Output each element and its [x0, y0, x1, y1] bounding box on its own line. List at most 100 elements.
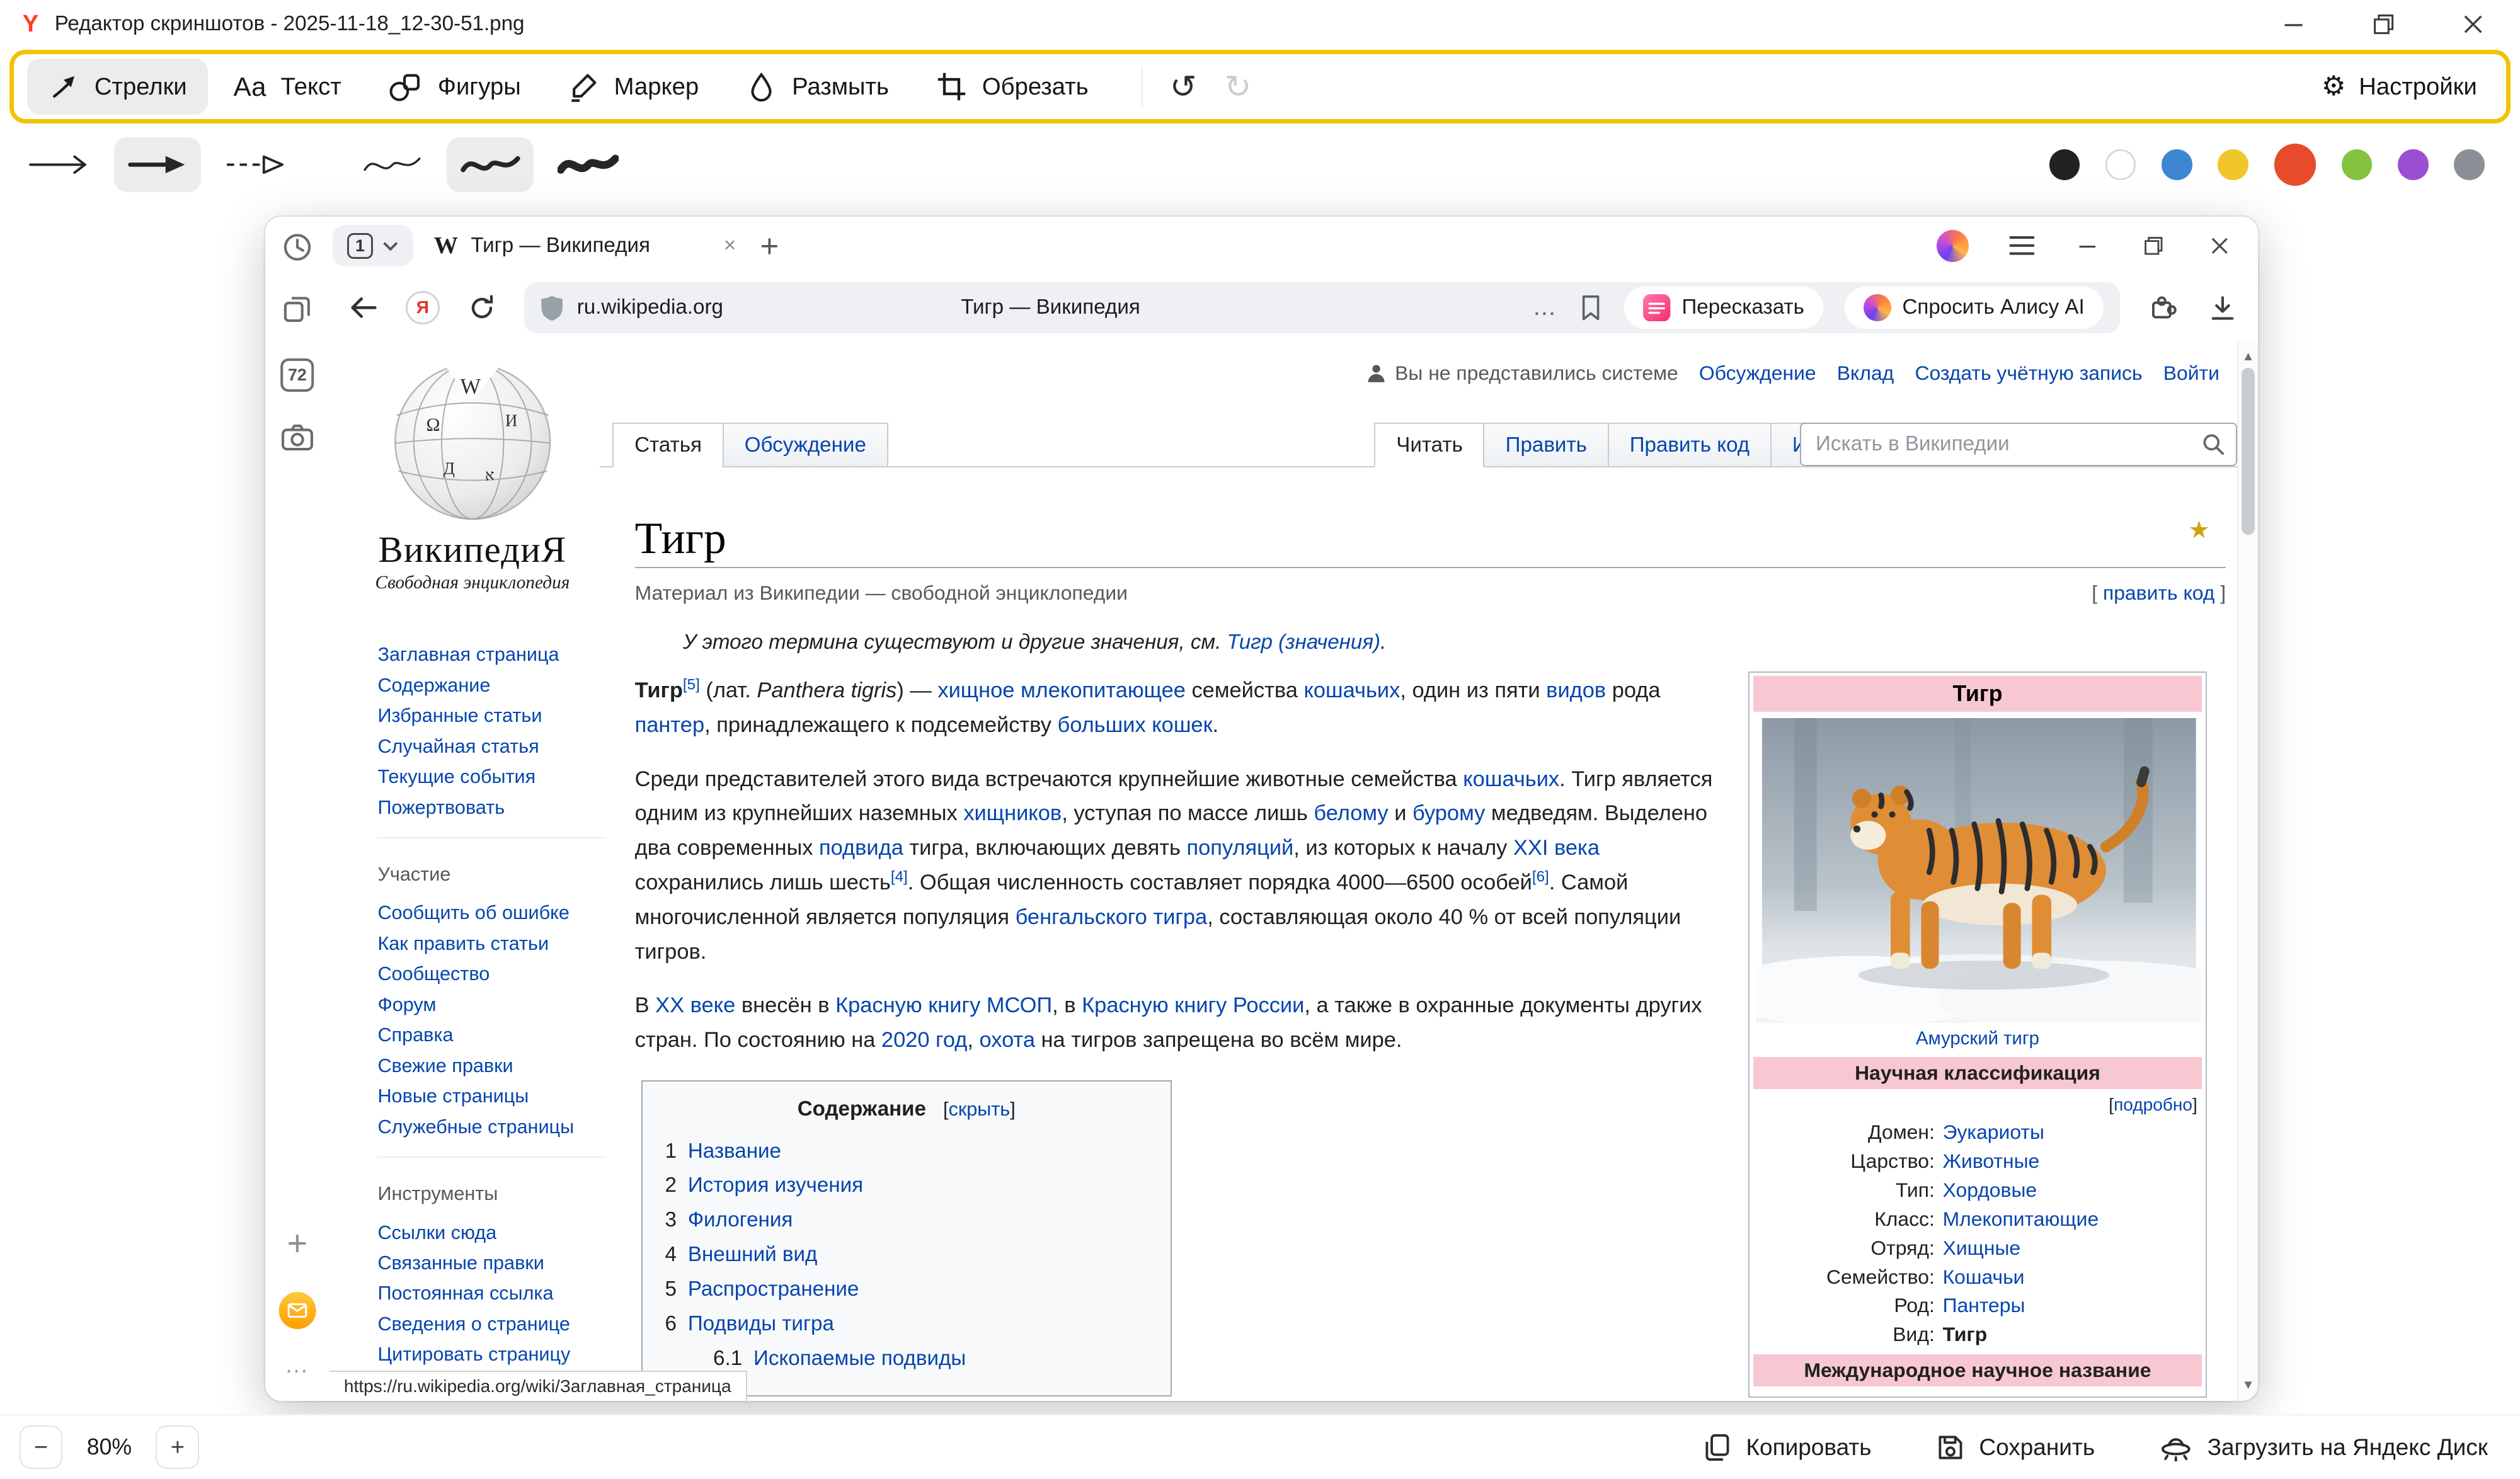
tool-text[interactable]: Аа Текст	[212, 59, 362, 115]
tab-close-button[interactable]: ×	[724, 234, 736, 258]
toc-link[interactable]: Внешний вид	[688, 1243, 818, 1266]
tab-edit[interactable]: Править	[1483, 423, 1609, 467]
taxo-link[interactable]: Эукариоты	[1943, 1118, 2202, 1147]
page-scrollbar[interactable]: ▲ ▼	[2237, 341, 2258, 1402]
tool-blur[interactable]: Размыть	[724, 59, 910, 115]
wikipedia-logo[interactable]: W Ω И Д א ВикипедиЯ Свободная энциклопед…	[345, 353, 599, 593]
personal-link-discussion[interactable]: Обсуждение	[1699, 362, 1816, 385]
refresh-button[interactable]	[456, 282, 508, 334]
line-style-medium[interactable]	[447, 137, 534, 192]
tab-read[interactable]: Читать	[1374, 423, 1485, 467]
settings-button[interactable]: ⚙ Настройки	[2322, 73, 2493, 101]
arrow-style-filled[interactable]	[114, 137, 201, 192]
upload-disk-button[interactable]: Загрузить на Яндекс Диск	[2159, 1433, 2488, 1462]
scroll-down-arrow[interactable]: ▼	[2238, 1379, 2258, 1391]
minimize-button[interactable]	[2282, 13, 2305, 35]
browser-tab-active[interactable]: W Тигр — Википедия ×	[434, 232, 736, 260]
undo-button[interactable]: ↺	[1156, 59, 1211, 114]
toc-link[interactable]: История изучения	[688, 1173, 863, 1197]
screenshot-button[interactable]	[280, 423, 314, 452]
color-green[interactable]	[2342, 149, 2372, 180]
sidebar-add-button[interactable]: +	[287, 1226, 308, 1261]
tab-counter-button[interactable]: 1	[333, 225, 413, 266]
zoom-out-button[interactable]: −	[20, 1425, 63, 1469]
zoom-in-button[interactable]: +	[156, 1425, 199, 1469]
counter-badge[interactable]: 72	[280, 358, 314, 392]
toc-link[interactable]: Распространение	[688, 1277, 859, 1301]
line-style-thin[interactable]	[349, 137, 436, 192]
color-black[interactable]	[2049, 149, 2080, 180]
ask-alice-button[interactable]: Спросить Алису AI	[1845, 287, 2104, 328]
nav-new-pages[interactable]: Новые страницы	[377, 1081, 605, 1111]
taxo-link[interactable]: Млекопитающие	[1943, 1205, 2202, 1234]
arrow-style-dashed[interactable]	[212, 137, 299, 192]
edit-source-link[interactable]: [ править код ]	[2092, 581, 2226, 605]
toc-link[interactable]: Подвиды тигра	[688, 1312, 834, 1335]
color-purple[interactable]	[2398, 149, 2428, 180]
restore-button[interactable]	[2372, 13, 2395, 35]
nav-recent-changes[interactable]: Свежие правки	[377, 1051, 605, 1081]
color-red-selected[interactable]	[2274, 144, 2316, 185]
tool-arrows[interactable]: Стрелки	[27, 59, 208, 115]
tool-marker[interactable]: Маркер	[547, 59, 720, 115]
browser-close-button[interactable]	[2207, 233, 2233, 259]
taxo-link[interactable]: Кошачьи	[1943, 1263, 2202, 1292]
toc-link[interactable]: Ископаемые подвиды	[753, 1347, 966, 1370]
arrow-style-plain[interactable]	[16, 137, 103, 192]
nav-main-page[interactable]: Заглавная страница	[377, 639, 605, 670]
address-bar[interactable]: ru.wikipedia.org Тигр — Википедия … Пере…	[524, 282, 2120, 334]
close-button[interactable]	[2462, 13, 2485, 35]
history-button[interactable]	[281, 231, 313, 263]
color-white[interactable]	[2105, 149, 2136, 180]
tab-edit-source[interactable]: Править код	[1608, 423, 1772, 467]
toc-link[interactable]: Филогения	[688, 1208, 793, 1231]
nav-special-pages[interactable]: Служебные страницы	[377, 1112, 605, 1142]
nav-help[interactable]: Справка	[377, 1020, 605, 1050]
bookmark-button[interactable]	[1579, 294, 1603, 321]
toc-link[interactable]: Название	[688, 1139, 781, 1163]
nav-cite-page[interactable]: Цитировать страницу	[377, 1339, 605, 1369]
scrollbar-thumb[interactable]	[2242, 368, 2255, 535]
new-tab-button[interactable]: +	[760, 230, 779, 262]
browser-menu-button[interactable]	[2009, 233, 2035, 259]
nav-forum[interactable]: Форум	[377, 990, 605, 1020]
nav-current-events[interactable]: Текущие события	[377, 762, 605, 792]
taxo-link[interactable]: Хищные	[1943, 1234, 2202, 1263]
yandex-home-button[interactable]: Я	[397, 282, 449, 334]
retell-button[interactable]: Пересказать	[1624, 287, 1824, 328]
taxobox-caption[interactable]: Амурский тигр	[1753, 1027, 2202, 1051]
nav-report-error[interactable]: Сообщить об ошибке	[377, 898, 605, 928]
search-button[interactable]	[2202, 433, 2225, 455]
nav-community[interactable]: Сообщество	[377, 959, 605, 989]
color-yellow[interactable]	[2218, 149, 2248, 180]
taxobox-details-link[interactable]: [подробно]	[1753, 1092, 2202, 1118]
browser-minimize-button[interactable]	[2075, 233, 2100, 259]
taxo-link[interactable]: Хордовые	[1943, 1176, 2202, 1205]
nav-page-info[interactable]: Сведения о странице	[377, 1309, 605, 1339]
personal-link-login[interactable]: Войти	[2163, 362, 2219, 385]
tab-discussion[interactable]: Обсуждение	[723, 423, 889, 467]
line-style-thick[interactable]	[545, 137, 632, 192]
tool-shapes[interactable]: Фигуры	[367, 59, 542, 115]
color-gray[interactable]	[2454, 149, 2484, 180]
sidebar-more-button[interactable]: …	[285, 1351, 311, 1379]
alice-avatar-icon[interactable]	[1937, 230, 1969, 262]
nav-featured[interactable]: Избранные статьи	[377, 700, 605, 731]
copy-button[interactable]: Копировать	[1703, 1433, 1872, 1462]
browser-restore-button[interactable]	[2141, 233, 2167, 259]
tab-article[interactable]: Статья	[612, 423, 724, 467]
nav-what-links-here[interactable]: Ссылки сюда	[377, 1218, 605, 1248]
nav-how-to-edit[interactable]: Как править статьи	[377, 928, 605, 959]
tool-crop[interactable]: Обрезать	[915, 59, 1109, 115]
save-button[interactable]: Сохранить	[1936, 1433, 2095, 1462]
nav-related-changes[interactable]: Связанные правки	[377, 1248, 605, 1278]
nav-donate[interactable]: Пожертвовать	[377, 792, 605, 823]
search-input[interactable]	[1816, 432, 2202, 456]
taxo-link[interactable]: Животные	[1943, 1147, 2202, 1176]
nav-permanent-link[interactable]: Постоянная ссылка	[377, 1278, 605, 1308]
personal-link-create-account[interactable]: Создать учётную запись	[1915, 362, 2142, 385]
extensions-button[interactable]	[2138, 282, 2189, 334]
scroll-up-arrow[interactable]: ▲	[2238, 350, 2258, 363]
toc-hide-link[interactable]: [скрыть]	[943, 1099, 1016, 1120]
back-button[interactable]	[338, 282, 389, 334]
